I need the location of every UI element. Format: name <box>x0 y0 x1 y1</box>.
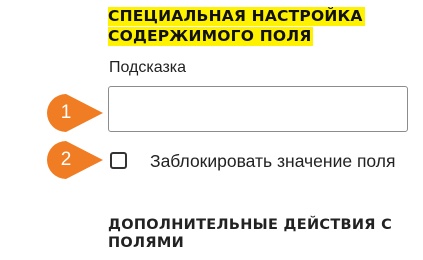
callout-number-2: 2 <box>60 149 72 170</box>
lock-value-checkbox[interactable] <box>110 152 127 169</box>
additional-field-actions-title: ДОПОЛНИТЕЛЬНЫЕ ДЕЙСТВИЯ С ПОЛЯМИ <box>108 217 393 251</box>
custom-field-settings-title: СПЕЦИАЛЬНАЯ НАСТРОЙКА СОДЕРЖИМОГО ПОЛЯ <box>108 6 365 46</box>
callout-number-1: 1 <box>60 102 72 123</box>
field-settings-panel: СПЕЦИАЛЬНАЯ НАСТРОЙКА СОДЕРЖИМОГО ПОЛЯ П… <box>0 0 423 260</box>
callout-marker-2: 2 <box>37 141 103 179</box>
title-line-1: СПЕЦИАЛЬНАЯ НАСТРОЙКА <box>108 7 365 26</box>
callout-marker-1: 1 <box>37 94 103 132</box>
title-line-2: СОДЕРЖИМОГО ПОЛЯ <box>108 27 314 46</box>
lock-value-label[interactable]: Заблокировать значение поля <box>150 146 400 177</box>
hint-input[interactable] <box>108 86 408 132</box>
hint-label: Подсказка <box>109 59 187 76</box>
